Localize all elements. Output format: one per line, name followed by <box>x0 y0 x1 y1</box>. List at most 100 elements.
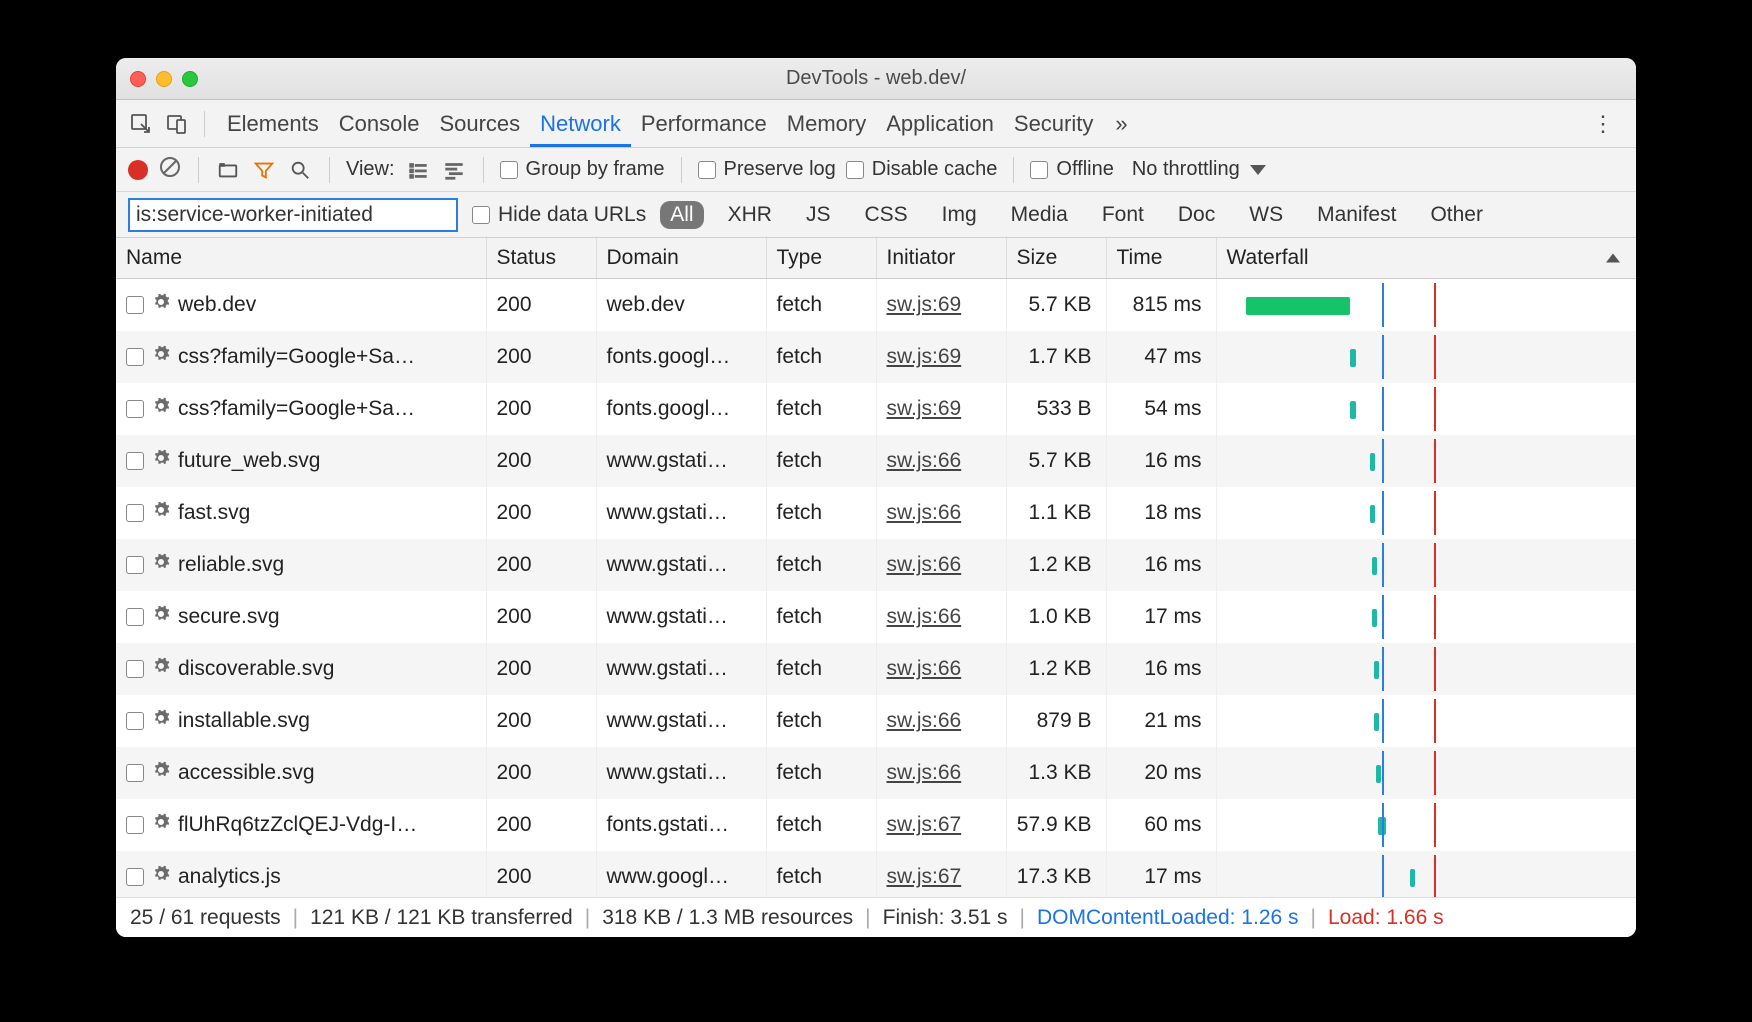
cell-domain: fonts.googl… <box>596 383 766 435</box>
col-type[interactable]: Type <box>766 238 876 279</box>
row-checkbox[interactable] <box>126 608 144 626</box>
table-row[interactable]: discoverable.svg200www.gstati…fetchsw.js… <box>116 643 1636 695</box>
filter-type-all[interactable]: All <box>660 201 703 229</box>
cell-domain: www.gstati… <box>596 695 766 747</box>
row-checkbox[interactable] <box>126 400 144 418</box>
row-checkbox[interactable] <box>126 764 144 782</box>
filter-type-js[interactable]: JS <box>796 201 841 229</box>
group-by-frame-checkbox[interactable]: Group by frame <box>500 158 665 181</box>
tab-application[interactable]: Application <box>876 101 1004 147</box>
disable-cache-checkbox[interactable]: Disable cache <box>846 158 998 181</box>
cell-size: 879 B <box>1006 695 1106 747</box>
cell-size: 1.2 KB <box>1006 539 1106 591</box>
row-checkbox[interactable] <box>126 296 144 314</box>
initiator-link[interactable]: sw.js:66 <box>887 501 962 524</box>
tab-network[interactable]: Network <box>530 101 631 147</box>
cell-domain: fonts.gstati… <box>596 799 766 851</box>
initiator-link[interactable]: sw.js:67 <box>887 813 962 836</box>
initiator-link[interactable]: sw.js:66 <box>887 553 962 576</box>
filter-input[interactable] <box>128 198 458 232</box>
cell-type: fetch <box>766 539 876 591</box>
filter-type-xhr[interactable]: XHR <box>718 201 782 229</box>
filter-type-ws[interactable]: WS <box>1239 201 1293 229</box>
tab-sources[interactable]: Sources <box>429 101 530 147</box>
table-row[interactable]: css?family=Google+Sa…200fonts.googl…fetc… <box>116 331 1636 383</box>
table-row[interactable]: web.dev200web.devfetchsw.js:695.7 KB815 … <box>116 279 1636 332</box>
filter-icon[interactable] <box>251 157 277 183</box>
gear-icon <box>152 553 170 577</box>
filter-type-doc[interactable]: Doc <box>1168 201 1225 229</box>
initiator-link[interactable]: sw.js:69 <box>887 293 962 316</box>
more-tabs-icon[interactable]: » <box>1115 111 1127 137</box>
initiator-link[interactable]: sw.js:69 <box>887 397 962 420</box>
offline-checkbox[interactable]: Offline <box>1030 158 1113 181</box>
cell-type: fetch <box>766 695 876 747</box>
table-row[interactable]: accessible.svg200www.gstati…fetchsw.js:6… <box>116 747 1636 799</box>
initiator-link[interactable]: sw.js:66 <box>887 605 962 628</box>
search-icon[interactable] <box>287 157 313 183</box>
preserve-log-checkbox[interactable]: Preserve log <box>698 158 836 181</box>
row-checkbox[interactable] <box>126 660 144 678</box>
cell-domain: www.gstati… <box>596 487 766 539</box>
filter-type-img[interactable]: Img <box>932 201 987 229</box>
table-row[interactable]: css?family=Google+Sa…200fonts.googl…fetc… <box>116 383 1636 435</box>
table-row[interactable]: reliable.svg200www.gstati…fetchsw.js:661… <box>116 539 1636 591</box>
row-checkbox[interactable] <box>126 452 144 470</box>
cell-time: 21 ms <box>1106 695 1216 747</box>
col-domain[interactable]: Domain <box>596 238 766 279</box>
filter-bar: Hide data URLs All XHR JS CSS Img Media Font Do… <box>116 192 1636 238</box>
waterfall-cell <box>1227 597 1627 637</box>
row-checkbox[interactable] <box>126 868 144 886</box>
cell-status: 200 <box>486 383 596 435</box>
clear-button[interactable] <box>158 155 182 185</box>
filter-type-css[interactable]: CSS <box>854 201 917 229</box>
gear-icon <box>152 813 170 837</box>
row-checkbox[interactable] <box>126 348 144 366</box>
col-status[interactable]: Status <box>486 238 596 279</box>
device-mode-icon[interactable] <box>162 109 192 139</box>
table-row[interactable]: analytics.js200www.googl…fetchsw.js:6717… <box>116 851 1636 897</box>
cell-size: 17.3 KB <box>1006 851 1106 897</box>
initiator-link[interactable]: sw.js:66 <box>887 449 962 472</box>
large-rows-icon[interactable] <box>405 157 431 183</box>
tab-console[interactable]: Console <box>329 101 430 147</box>
overview-icon[interactable] <box>441 157 467 183</box>
tab-performance[interactable]: Performance <box>631 101 777 147</box>
initiator-link[interactable]: sw.js:66 <box>887 761 962 784</box>
row-checkbox[interactable] <box>126 816 144 834</box>
table-row[interactable]: fast.svg200www.gstati…fetchsw.js:661.1 K… <box>116 487 1636 539</box>
cell-status: 200 <box>486 435 596 487</box>
throttling-select[interactable]: No throttling <box>1132 158 1266 181</box>
initiator-link[interactable]: sw.js:69 <box>887 345 962 368</box>
table-row[interactable]: future_web.svg200www.gstati…fetchsw.js:6… <box>116 435 1636 487</box>
cell-type: fetch <box>766 591 876 643</box>
record-button[interactable] <box>128 160 148 180</box>
row-checkbox[interactable] <box>126 712 144 730</box>
initiator-link[interactable]: sw.js:67 <box>887 865 962 888</box>
inspect-icon[interactable] <box>126 109 156 139</box>
filter-type-manifest[interactable]: Manifest <box>1307 201 1406 229</box>
filter-type-font[interactable]: Font <box>1092 201 1154 229</box>
tab-memory[interactable]: Memory <box>777 101 876 147</box>
col-initiator[interactable]: Initiator <box>876 238 1006 279</box>
table-row[interactable]: flUhRq6tzZclQEJ-Vdg-I…200fonts.gstati…fe… <box>116 799 1636 851</box>
request-name: future_web.svg <box>178 449 320 473</box>
row-checkbox[interactable] <box>126 504 144 522</box>
initiator-link[interactable]: sw.js:66 <box>887 657 962 680</box>
col-size[interactable]: Size <box>1006 238 1106 279</box>
tab-elements[interactable]: Elements <box>217 101 329 147</box>
row-checkbox[interactable] <box>126 556 144 574</box>
initiator-link[interactable]: sw.js:66 <box>887 709 962 732</box>
table-row[interactable]: installable.svg200www.gstati…fetchsw.js:… <box>116 695 1636 747</box>
filter-type-other[interactable]: Other <box>1420 201 1493 229</box>
table-row[interactable]: secure.svg200www.gstati…fetchsw.js:661.0… <box>116 591 1636 643</box>
more-menu-icon[interactable]: ⋮ <box>1592 111 1626 137</box>
filter-type-media[interactable]: Media <box>1001 201 1078 229</box>
tab-security[interactable]: Security <box>1004 101 1103 147</box>
capture-screenshots-icon[interactable] <box>215 157 241 183</box>
col-waterfall[interactable]: Waterfall <box>1216 238 1636 279</box>
cell-type: fetch <box>766 643 876 695</box>
col-name[interactable]: Name <box>116 238 486 279</box>
col-time[interactable]: Time <box>1106 238 1216 279</box>
hide-data-urls-checkbox[interactable]: Hide data URLs <box>472 203 646 227</box>
